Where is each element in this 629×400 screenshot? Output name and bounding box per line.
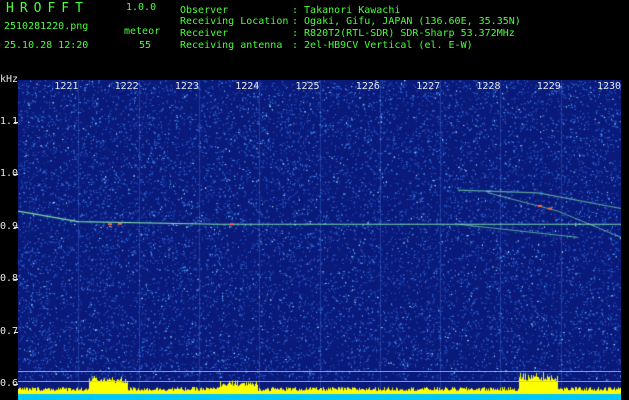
receiver-label: Receiver <box>180 28 229 39</box>
minute-label: 1225 <box>295 81 320 92</box>
minute-label: 1230 <box>597 81 622 92</box>
receiver-value: : R820T2(RTL-SDR) SDR-Sharp 53.372MHz <box>292 28 515 39</box>
observer-value: : Takanori Kawachi <box>292 5 401 16</box>
app-version: 1.0.0 <box>126 2 157 13</box>
location-label: Receiving Location <box>180 16 289 27</box>
mode-label: meteor <box>124 26 161 37</box>
y-tick <box>14 384 18 386</box>
y-tick <box>14 174 18 176</box>
minute-label: 1228 <box>476 81 501 92</box>
y-tick <box>14 279 18 281</box>
file-name: 2510281220.png <box>4 21 89 32</box>
minute-label: 1224 <box>235 81 260 92</box>
y-axis-unit: kHz <box>0 74 19 85</box>
timestamp: 25.10.28 12:20 <box>4 40 89 51</box>
minute-label: 1223 <box>174 81 199 92</box>
minute-label: 1227 <box>416 81 441 92</box>
antenna-label: Receiving antenna <box>180 40 283 51</box>
spectrogram-canvas <box>18 80 621 400</box>
guide-line-lower <box>18 381 621 382</box>
app-logo: HROFFT <box>6 1 89 16</box>
minute-label: 1221 <box>54 81 79 92</box>
y-tick <box>14 331 18 333</box>
y-tick <box>14 121 18 123</box>
meteor-count: 55 <box>139 40 152 51</box>
y-tick <box>14 226 18 228</box>
minute-label: 1229 <box>536 81 561 92</box>
observer-label: Observer <box>180 5 229 16</box>
antenna-value: : 2el-HB9CV Vertical (el. E-W) <box>292 40 473 51</box>
minute-label: 1222 <box>114 81 139 92</box>
guide-line-upper <box>18 371 621 372</box>
minute-label: 1226 <box>355 81 380 92</box>
location-value: : Ogaki, Gifu, JAPAN (136.60E, 35.35N) <box>292 16 521 27</box>
